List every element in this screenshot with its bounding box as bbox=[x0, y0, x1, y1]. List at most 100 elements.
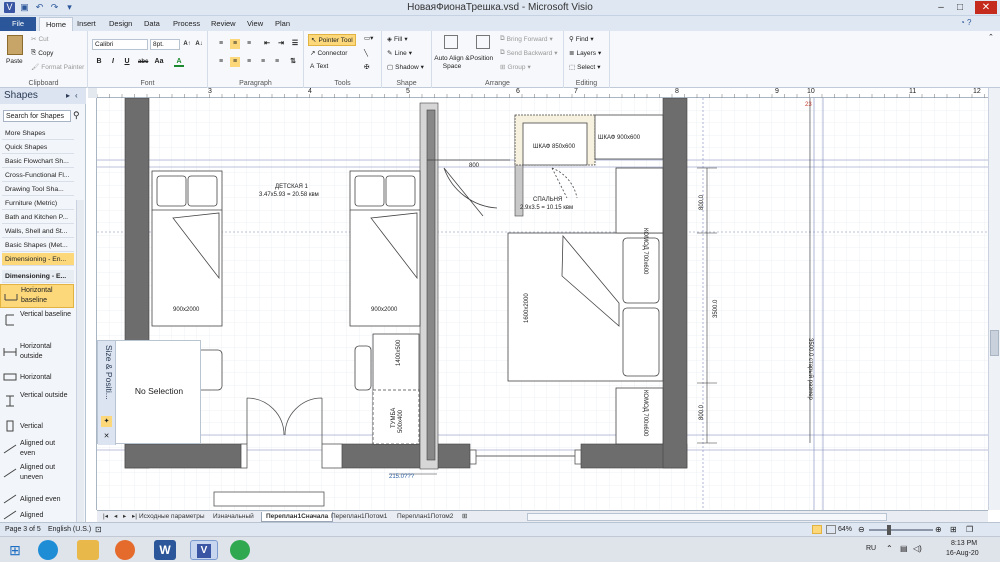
align-bottom-icon[interactable]: ≡ bbox=[244, 39, 254, 49]
underline-button[interactable]: U bbox=[122, 57, 132, 67]
macro-icon[interactable]: ⊡ bbox=[95, 525, 102, 534]
text-direction-icon[interactable]: ⇅ bbox=[288, 57, 298, 67]
size-position-titlebar[interactable]: Size & Positi... ✦ ✕ bbox=[98, 341, 116, 445]
help-icon[interactable]: ◔ ? bbox=[960, 18, 972, 27]
master-horizontal[interactable]: Horizontal bbox=[0, 366, 74, 390]
ie-icon[interactable] bbox=[38, 540, 58, 560]
panel-options-icon[interactable]: ▸ bbox=[66, 88, 70, 104]
presentation-icon[interactable] bbox=[826, 525, 836, 534]
change-case-button[interactable]: Aa bbox=[154, 57, 164, 67]
position-button[interactable]: Position bbox=[470, 55, 493, 62]
zoom-slider-thumb[interactable] bbox=[887, 525, 891, 535]
auto-align-button[interactable]: Auto Align & Space bbox=[434, 55, 470, 71]
insert-page-icon[interactable]: ⊞ bbox=[458, 512, 471, 522]
page-indicator[interactable]: Page 3 of 5 bbox=[5, 526, 41, 533]
paste-button[interactable]: Paste bbox=[6, 58, 23, 65]
master-aligned-out-uneven[interactable]: Aligned out uneven bbox=[0, 462, 74, 486]
distribute-icon[interactable]: ≡ bbox=[272, 57, 282, 67]
stencil-bath-kitchen[interactable]: Bath and Kitchen P... bbox=[2, 211, 74, 224]
collapse-ribbon-icon[interactable]: ⌃ bbox=[988, 33, 994, 41]
page-tab-3[interactable]: Переплан1Сначала bbox=[261, 512, 334, 522]
decrease-indent-icon[interactable]: ⇤ bbox=[262, 39, 272, 49]
size-position-window[interactable]: Size & Positi... ✦ ✕ No Selection bbox=[97, 340, 201, 445]
zoom-slider[interactable] bbox=[869, 529, 933, 531]
tab-data[interactable]: Data bbox=[138, 17, 166, 31]
line-tool-icon[interactable]: ╲ bbox=[364, 49, 368, 57]
shadow-button[interactable]: ▢ Shadow ▾ bbox=[387, 63, 424, 72]
font-size-select[interactable]: 8pt. bbox=[150, 39, 180, 50]
justify-icon[interactable]: ≡ bbox=[258, 57, 268, 67]
drawing-canvas[interactable]: ДЕТСКАЯ 1 3.47х5.93 = 20.58 квм 900х2000… bbox=[97, 98, 988, 510]
shapes-scrollbar[interactable] bbox=[76, 200, 84, 522]
connector-button[interactable]: ↗ Connector bbox=[310, 49, 347, 58]
master-aligned-out-even[interactable]: Aligned out even bbox=[0, 438, 74, 462]
page-tab-2[interactable]: Изначальный bbox=[209, 512, 258, 522]
tab-insert[interactable]: Insert bbox=[71, 17, 102, 31]
master-horizontal-outside[interactable]: Horizontal outside bbox=[0, 341, 74, 365]
zoom-level[interactable]: 64% bbox=[838, 526, 852, 533]
select-button[interactable]: ⬚ Select ▾ bbox=[569, 63, 601, 72]
page-tab-5[interactable]: Переплан1Потом2 bbox=[393, 512, 457, 522]
strikethrough-button[interactable]: abc bbox=[138, 57, 148, 67]
input-language[interactable]: RU bbox=[866, 545, 876, 552]
stencil-walls-shell[interactable]: Walls, Shell and St... bbox=[2, 225, 74, 238]
clock-time[interactable]: 8:13 PM bbox=[951, 540, 977, 547]
find-button[interactable]: ⚲ Find ▾ bbox=[569, 35, 594, 44]
format-painter-button[interactable]: 🖌 Format Painter bbox=[31, 63, 84, 72]
stencil-dimensioning[interactable]: Dimensioning - En... bbox=[2, 253, 74, 266]
increase-indent-icon[interactable]: ⇥ bbox=[276, 39, 286, 49]
align-middle-icon[interactable]: ≡ bbox=[230, 39, 240, 49]
tray-arrow-icon[interactable]: ⌃ bbox=[886, 544, 893, 553]
tab-review[interactable]: Review bbox=[205, 17, 242, 31]
page-tab-4[interactable]: Переплан1Потом1 bbox=[327, 512, 391, 522]
tab-design[interactable]: Design bbox=[103, 17, 138, 31]
horizontal-ruler[interactable]: 3 4 5 6 7 8 9 10 11 12 bbox=[97, 88, 988, 98]
bring-forward-button[interactable]: ⧉ Bring Forward ▾ bbox=[500, 35, 553, 43]
vertical-scrollbar[interactable] bbox=[988, 88, 1000, 510]
align-left-icon[interactable]: ≡ bbox=[216, 57, 226, 67]
stencil-quick-shapes[interactable]: Quick Shapes bbox=[2, 141, 74, 154]
align-right-icon[interactable]: ≡ bbox=[244, 57, 254, 67]
minimize-button[interactable]: – bbox=[933, 1, 949, 14]
chrome-icon[interactable] bbox=[230, 540, 250, 560]
visio-taskbar-icon[interactable]: V bbox=[190, 540, 218, 560]
cut-button[interactable]: ✂ Cut bbox=[31, 35, 49, 44]
group-button[interactable]: ⊞ Group ▾ bbox=[500, 63, 531, 72]
file-explorer-icon[interactable] bbox=[77, 540, 99, 560]
shrink-font-button[interactable]: A↓ bbox=[194, 39, 204, 49]
send-backward-button[interactable]: ⧉ Send Backward ▾ bbox=[500, 49, 557, 57]
tab-plan[interactable]: Plan bbox=[269, 17, 296, 31]
clock-date[interactable]: 16-Aug-20 bbox=[946, 550, 979, 557]
master-vertical-baseline[interactable]: Vertical baseline bbox=[0, 309, 74, 333]
bold-button[interactable]: B bbox=[94, 57, 104, 67]
align-top-icon[interactable]: ≡ bbox=[216, 39, 226, 49]
bullets-icon[interactable]: ☰ bbox=[290, 39, 300, 49]
word-icon[interactable]: W bbox=[154, 540, 176, 560]
stencil-basic-flowchart[interactable]: Basic Flowchart Sh... bbox=[2, 155, 74, 168]
grow-font-button[interactable]: A↑ bbox=[182, 39, 192, 49]
shapes-search-input[interactable]: Search for Shapes bbox=[3, 110, 71, 122]
fill-button[interactable]: ◈ Fill ▾ bbox=[387, 35, 408, 44]
stencil-furniture[interactable]: Furniture (Metric) bbox=[2, 197, 74, 210]
pointer-tool-button[interactable]: ↖ Pointer Tool bbox=[308, 34, 356, 46]
scroll-thumb[interactable] bbox=[990, 330, 999, 356]
network-icon[interactable]: ▤ bbox=[900, 544, 908, 553]
volume-icon[interactable]: ◁) bbox=[913, 544, 922, 553]
fit-to-window-icon[interactable]: ⊞ bbox=[950, 525, 957, 534]
maximize-button[interactable]: □ bbox=[952, 1, 968, 14]
tab-process[interactable]: Process bbox=[167, 17, 206, 31]
full-screen-icon[interactable] bbox=[812, 525, 822, 534]
zoom-in-icon[interactable]: ⊕ bbox=[935, 525, 942, 534]
stencil-more-shapes[interactable]: More Shapes bbox=[2, 127, 74, 140]
rectangle-tool-icon[interactable]: ▭▾ bbox=[364, 34, 373, 42]
panel-collapse-icon[interactable]: ‹ bbox=[75, 88, 78, 104]
font-color-button[interactable]: A bbox=[174, 57, 184, 67]
page-tab-1[interactable]: Исходные параметры bbox=[135, 512, 209, 522]
vertical-ruler[interactable] bbox=[88, 98, 97, 510]
font-family-select[interactable]: Calibri bbox=[92, 39, 148, 50]
close-button[interactable]: ✕ bbox=[975, 1, 997, 14]
start-icon[interactable]: ⊞ bbox=[4, 540, 26, 560]
zoom-out-icon[interactable]: ⊖ bbox=[858, 525, 865, 534]
tab-home[interactable]: Home bbox=[39, 17, 74, 31]
switch-windows-icon[interactable]: ❐ bbox=[966, 525, 973, 534]
